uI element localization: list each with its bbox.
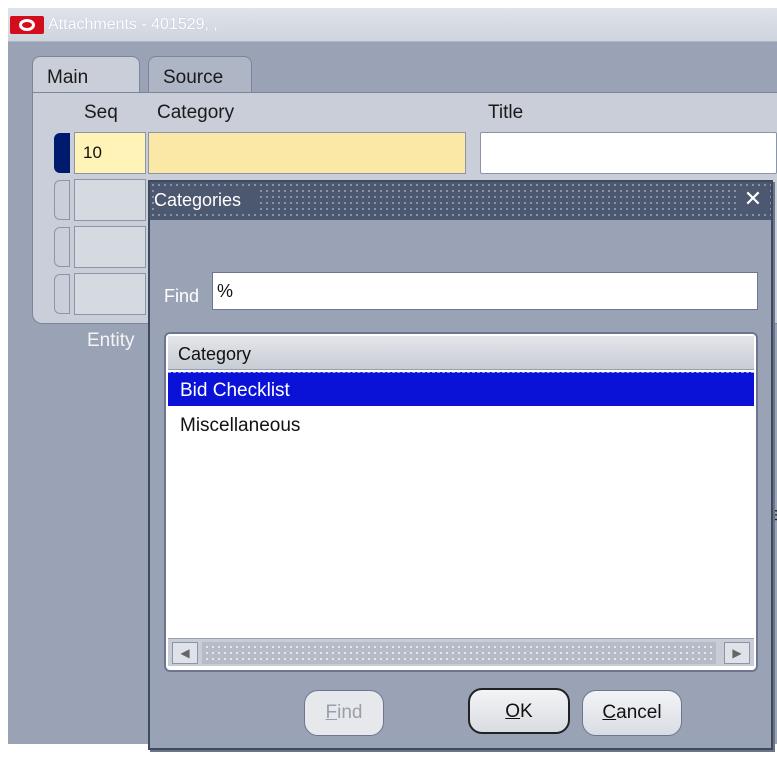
category-list: Category Bid Checklist Miscellaneous ◀ ▶ xyxy=(164,332,758,672)
category-field[interactable] xyxy=(148,132,466,174)
tab-source[interactable]: Source xyxy=(148,56,252,92)
record-indicator[interactable] xyxy=(54,180,70,220)
ok-button-mnemonic: O xyxy=(505,701,521,722)
ok-button-label: K xyxy=(520,701,533,722)
window-title: Attachments - 401529, , xyxy=(48,16,218,33)
tab-main[interactable]: Main xyxy=(32,56,140,92)
find-label: Find xyxy=(164,286,200,306)
seq-field[interactable] xyxy=(74,226,146,268)
list-column-header: Category xyxy=(168,336,754,370)
column-header-seq: Seq xyxy=(84,102,118,123)
window-titlebar: Attachments - 401529, , xyxy=(8,8,777,42)
categories-dialog: Categories ✕ Find Category Bid Checklist… xyxy=(148,180,773,750)
find-button-label: ind xyxy=(337,702,363,723)
column-header-category: Category xyxy=(157,102,235,123)
horizontal-scrollbar[interactable]: ◀ ▶ xyxy=(168,638,754,666)
find-button[interactable]: Find xyxy=(304,690,384,736)
list-item-miscellaneous[interactable]: Miscellaneous xyxy=(168,408,754,442)
column-header-title: Title xyxy=(488,102,524,123)
find-button-mnemonic: F xyxy=(325,702,338,723)
scroll-right-icon[interactable]: ▶ xyxy=(724,642,750,664)
seq-field[interactable] xyxy=(74,273,146,315)
dialog-title: Categories xyxy=(154,190,258,211)
cancel-button[interactable]: Cancel xyxy=(582,690,682,736)
list-item-bid-checklist[interactable]: Bid Checklist xyxy=(168,372,754,406)
entity-label: Entity xyxy=(87,330,135,351)
close-icon[interactable]: ✕ xyxy=(739,186,767,214)
find-input[interactable] xyxy=(212,272,758,310)
record-indicator[interactable] xyxy=(54,274,70,314)
scroll-left-icon[interactable]: ◀ xyxy=(172,642,198,664)
scroll-thumb[interactable] xyxy=(202,642,716,664)
record-indicator[interactable] xyxy=(54,227,70,267)
seq-field[interactable]: 10 xyxy=(74,132,146,174)
ok-button[interactable]: OK xyxy=(468,688,570,734)
seq-field[interactable] xyxy=(74,179,146,221)
cancel-button-label: ancel xyxy=(616,702,662,723)
dialog-titlebar[interactable]: Categories ✕ xyxy=(150,182,771,220)
title-field[interactable] xyxy=(480,132,777,174)
cancel-button-mnemonic: C xyxy=(602,702,617,723)
seq-value: 10 xyxy=(83,143,102,162)
record-indicator-current[interactable] xyxy=(54,133,70,173)
attachments-window: Attachments - 401529, , Main Source Seq … xyxy=(0,0,777,770)
oracle-logo-icon xyxy=(10,16,44,34)
